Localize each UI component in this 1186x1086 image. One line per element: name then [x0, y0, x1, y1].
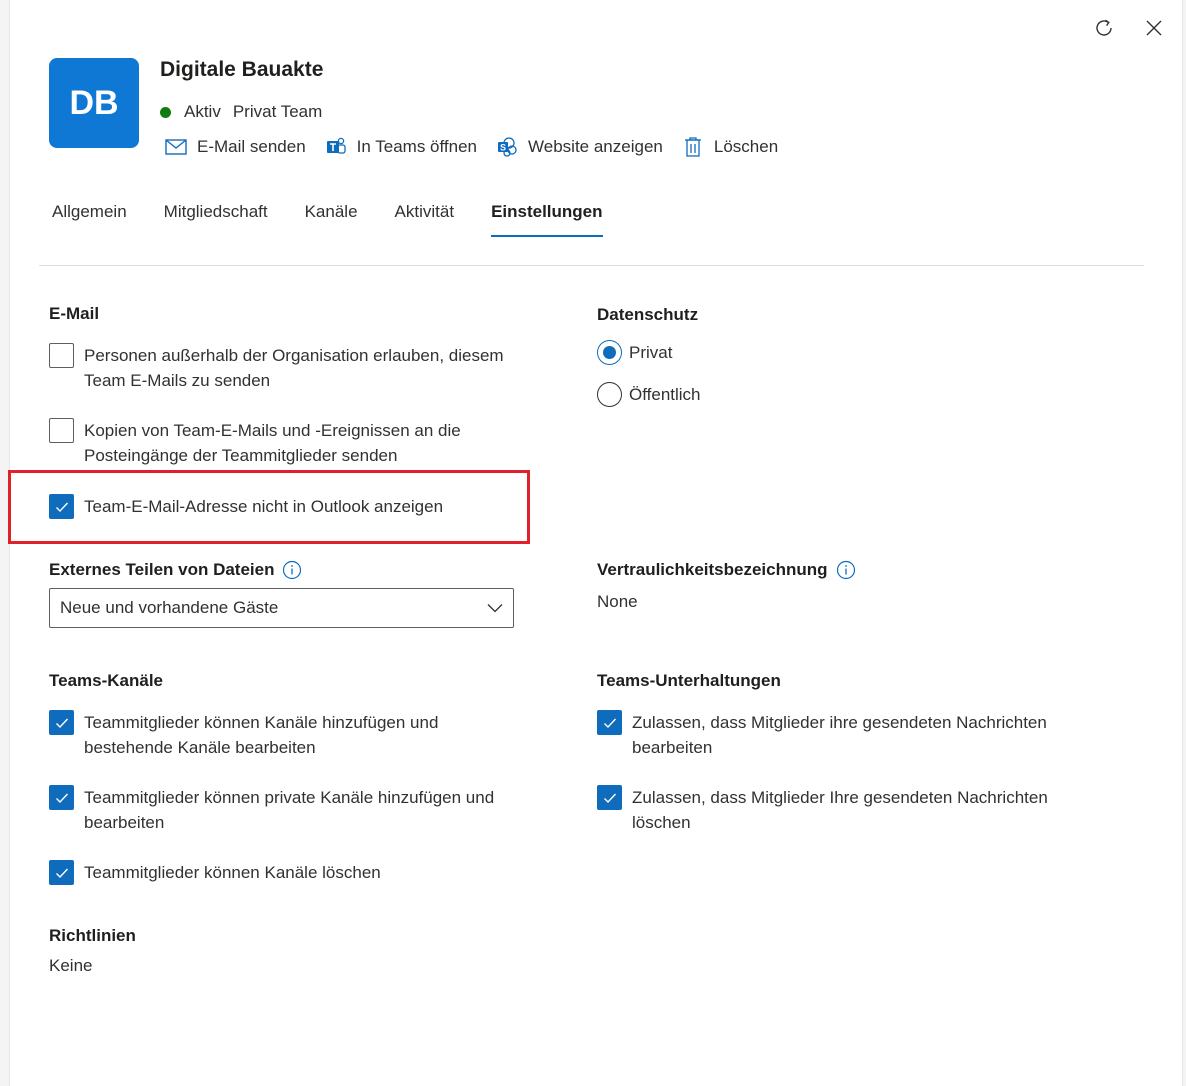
channels-option-delete[interactable]: Teammitglieder können Kanäle löschen — [49, 860, 381, 885]
svg-text:S: S — [500, 143, 506, 153]
status-text: Aktiv — [184, 102, 221, 121]
radio-selected[interactable] — [597, 340, 622, 365]
refresh-button[interactable] — [1090, 14, 1118, 42]
tab-membership[interactable]: Mitgliedschaft — [164, 202, 268, 237]
checkmark-icon — [55, 718, 68, 728]
teams-icon — [324, 136, 348, 158]
conversations-option-edit[interactable]: Zulassen, dass Mitglieder ihre gesendete… — [597, 710, 1047, 760]
checkbox-checked[interactable] — [597, 710, 622, 735]
highlight-annotation-box — [8, 470, 530, 544]
mail-icon — [164, 136, 188, 158]
tab-bar: Allgemein Mitgliedschaft Kanäle Aktivitä… — [52, 202, 640, 237]
channels-option-label: Teammitglieder können Kanäle löschen — [84, 863, 381, 882]
privacy-type-text: Privat Team — [232, 102, 323, 121]
delete-button[interactable]: Löschen — [681, 136, 778, 158]
teams-conversations-title: Teams-Unterhaltungen — [597, 671, 781, 690]
send-email-label: E-Mail senden — [197, 137, 306, 156]
privacy-option-public[interactable]: Öffentlich — [597, 382, 701, 407]
open-in-teams-button[interactable]: In Teams öffnen — [324, 136, 477, 158]
conversations-option-label: Zulassen, dass Mitglieder ihre gesendete… — [632, 713, 1047, 757]
refresh-icon — [1096, 19, 1112, 36]
close-button[interactable] — [1140, 14, 1168, 42]
privacy-option-label: Privat — [629, 342, 673, 362]
external-sharing-title: Externes Teilen von Dateien — [49, 560, 302, 580]
close-icon — [1146, 20, 1162, 36]
checkmark-icon — [603, 793, 616, 803]
tab-settings[interactable]: Einstellungen — [491, 202, 603, 237]
status-line: Aktiv Privat Team — [160, 102, 322, 122]
policies-title: Richtlinien — [49, 926, 136, 945]
checkbox-unchecked[interactable] — [49, 343, 74, 368]
group-avatar: DB — [49, 58, 139, 148]
channels-option-label: Teammitglieder können private Kanäle hin… — [84, 788, 495, 832]
email-option-external-senders[interactable]: Personen außerhalb der Organisation erla… — [49, 343, 504, 393]
privacy-section-title: Datenschutz — [597, 305, 699, 324]
email-option-label: Kopien von Team-E-Mails und -Ereignissen… — [84, 421, 461, 465]
info-icon[interactable] — [836, 560, 856, 580]
external-sharing-dropdown[interactable]: Neue und vorhandene Gäste — [49, 588, 514, 628]
view-website-button[interactable]: S Website anzeigen — [495, 136, 663, 158]
sensitivity-value: None — [597, 592, 638, 611]
status-active-dot — [160, 106, 171, 118]
privacy-option-label: Öffentlich — [629, 384, 701, 404]
sensitivity-title: Vertraulichkeitsbezeichnung — [597, 560, 856, 580]
checkbox-checked[interactable] — [597, 785, 622, 810]
sharepoint-icon: S — [495, 136, 519, 158]
dropdown-selected-value: Neue und vorhandene Gäste — [60, 598, 279, 617]
external-sharing-label: Externes Teilen von Dateien — [49, 560, 275, 579]
tab-activity[interactable]: Aktivität — [395, 202, 455, 237]
tab-divider — [39, 265, 1144, 266]
channels-option-label: Teammitglieder können Kanäle hinzufügen … — [84, 713, 439, 757]
chevron-down-icon — [487, 604, 503, 613]
tab-general[interactable]: Allgemein — [52, 202, 127, 237]
conversations-option-delete[interactable]: Zulassen, dass Mitglieder Ihre gesendete… — [597, 785, 1048, 835]
checkbox-checked[interactable] — [49, 785, 74, 810]
page-title: Digitale Bauakte — [160, 58, 324, 81]
teams-channels-title: Teams-Kanäle — [49, 671, 164, 690]
email-section-title: E-Mail — [49, 304, 100, 323]
checkmark-icon — [55, 793, 68, 803]
header-actions: E-Mail senden In Teams öffnen S Website … — [164, 136, 796, 158]
checkmark-icon — [55, 868, 68, 878]
email-option-copies[interactable]: Kopien von Team-E-Mails und -Ereignissen… — [49, 418, 461, 468]
checkbox-checked[interactable] — [49, 860, 74, 885]
tab-channels[interactable]: Kanäle — [305, 202, 358, 237]
checkmark-icon — [603, 718, 616, 728]
scrollbar-track[interactable] — [1182, 0, 1186, 1086]
trash-icon — [681, 136, 705, 158]
email-option-label: Personen außerhalb der Organisation erla… — [84, 346, 504, 390]
info-icon[interactable] — [282, 560, 302, 580]
send-email-button[interactable]: E-Mail senden — [164, 136, 306, 158]
open-in-teams-label: In Teams öffnen — [356, 137, 478, 156]
sensitivity-label: Vertraulichkeitsbezeichnung — [597, 560, 828, 579]
channels-option-private[interactable]: Teammitglieder können private Kanäle hin… — [49, 785, 494, 835]
privacy-option-private[interactable]: Privat — [597, 340, 672, 365]
policies-value: Keine — [49, 956, 93, 975]
radio-unselected[interactable] — [597, 382, 622, 407]
checkbox-checked[interactable] — [49, 710, 74, 735]
delete-label: Löschen — [713, 137, 779, 156]
view-website-label: Website anzeigen — [528, 137, 663, 156]
conversations-option-label: Zulassen, dass Mitglieder Ihre gesendete… — [632, 788, 1048, 832]
channels-option-add-edit[interactable]: Teammitglieder können Kanäle hinzufügen … — [49, 710, 438, 760]
checkbox-unchecked[interactable] — [49, 418, 74, 443]
avatar-initials: DB — [69, 83, 119, 122]
